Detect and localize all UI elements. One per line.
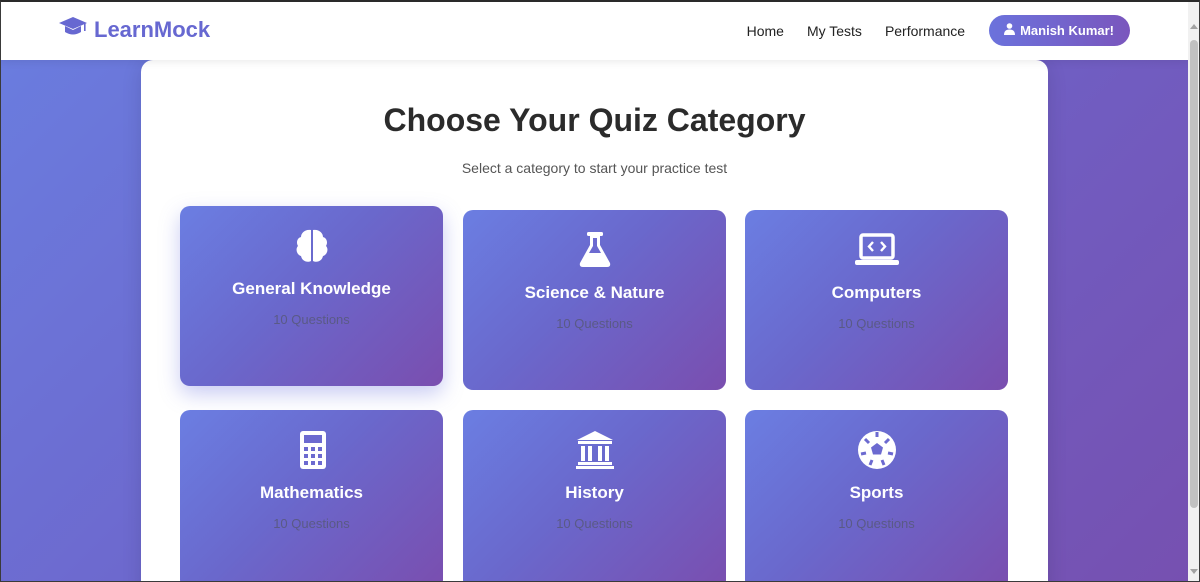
nav-link-my-tests[interactable]: My Tests bbox=[807, 23, 862, 39]
category-name: General Knowledge bbox=[232, 279, 391, 298]
category-name: Science & Nature bbox=[524, 283, 665, 302]
graduation-cap-icon bbox=[58, 14, 88, 46]
brand-name: LearnMock bbox=[94, 17, 211, 42]
category-name: Sports bbox=[849, 483, 904, 502]
page-title: Choose Your Quiz Category bbox=[383, 102, 806, 138]
user-icon bbox=[1004, 23, 1016, 38]
scroll-down-arrow-icon[interactable] bbox=[1190, 569, 1198, 574]
brand-logo[interactable]: LearnMock bbox=[58, 14, 210, 46]
landmark-icon bbox=[575, 430, 615, 470]
brain-icon bbox=[292, 226, 332, 266]
scrollbar[interactable] bbox=[1188, 0, 1200, 582]
category-panel: Choose Your Quiz Category Select a categ… bbox=[141, 60, 1048, 582]
category-card-sports[interactable]: Sports 10 Questions bbox=[745, 410, 1008, 582]
laptop-code-icon bbox=[853, 230, 901, 270]
category-card-general-knowledge[interactable]: General Knowledge 10 Questions bbox=[180, 206, 443, 386]
question-count: 10 Questions bbox=[838, 516, 915, 531]
nav-link-performance[interactable]: Performance bbox=[885, 23, 965, 39]
nav-links: Home My Tests Performance Manish Kumar! bbox=[724, 15, 1130, 46]
category-name: History bbox=[565, 483, 624, 502]
category-card-mathematics[interactable]: Mathematics 10 Questions bbox=[180, 410, 443, 582]
user-profile-button[interactable]: Manish Kumar! bbox=[989, 15, 1130, 46]
nav-link-home[interactable]: Home bbox=[747, 23, 784, 39]
category-name: Mathematics bbox=[260, 483, 363, 502]
category-name: Computers bbox=[831, 283, 922, 302]
user-name: Manish Kumar! bbox=[1020, 23, 1114, 38]
scroll-up-arrow-icon[interactable] bbox=[1190, 24, 1198, 29]
question-count: 10 Questions bbox=[273, 312, 350, 327]
page-subtitle: Select a category to start your practice… bbox=[461, 160, 728, 176]
soccer-ball-icon bbox=[857, 430, 897, 470]
flask-icon bbox=[575, 230, 615, 270]
question-count: 10 Questions bbox=[838, 316, 915, 331]
scroll-thumb[interactable] bbox=[1190, 40, 1198, 508]
category-card-science-nature[interactable]: Science & Nature 10 Questions bbox=[463, 210, 726, 390]
top-navbar: LearnMock Home My Tests Performance Mani… bbox=[0, 0, 1188, 60]
category-card-computers[interactable]: Computers 10 Questions bbox=[745, 210, 1008, 390]
question-count: 10 Questions bbox=[556, 516, 633, 531]
question-count: 10 Questions bbox=[556, 316, 633, 331]
calculator-icon bbox=[292, 430, 332, 470]
question-count: 10 Questions bbox=[273, 516, 350, 531]
category-card-history[interactable]: History 10 Questions bbox=[463, 410, 726, 582]
